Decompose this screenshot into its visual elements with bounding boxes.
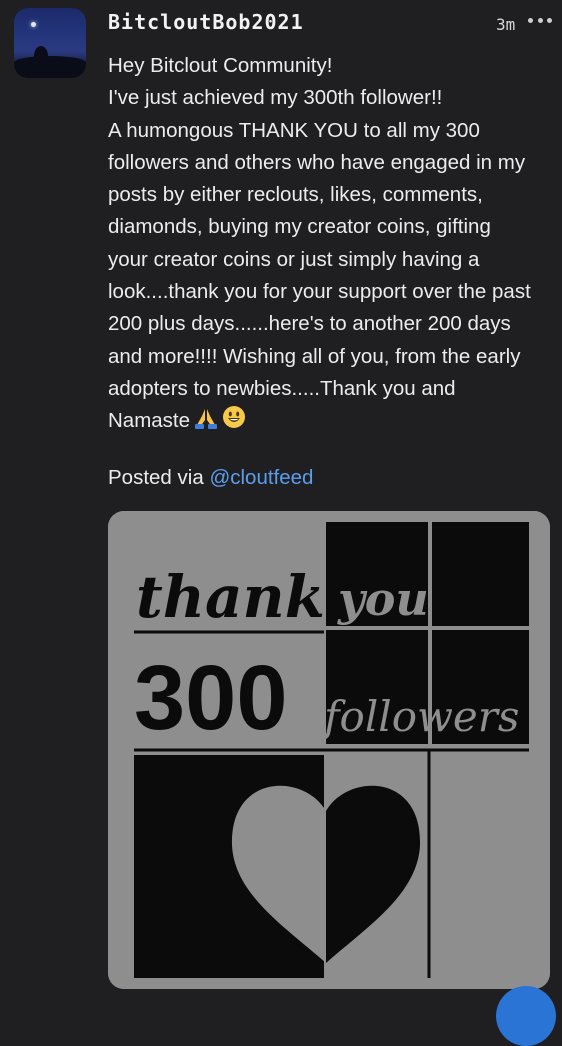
more-dot (537, 17, 543, 23)
folded-hands-emoji-icon (194, 407, 218, 439)
post-body-line: Hey Bitclout Community! (108, 54, 333, 77)
post-body-line: 200 plus days......here's to another 200… (108, 312, 511, 336)
avatar[interactable] (14, 8, 86, 78)
smiling-face-emoji-icon (222, 405, 246, 439)
more-dot (547, 17, 552, 23)
post-body: Hey Bitclout Community! I've just achiev… (108, 50, 556, 440)
post-body-line: your creator coins or just simply having… (108, 247, 480, 271)
three-hundred-number: 300 (134, 647, 288, 749)
post-timestamp: 3m (496, 15, 516, 34)
post-body-line-last: Namaste (108, 405, 556, 439)
post-body-line: adopters to newbies.....Thank you and (108, 376, 456, 400)
black-block (432, 522, 529, 626)
post-image[interactable]: thank you 300 followers (108, 511, 550, 989)
post-body-line: Namaste (108, 409, 191, 433)
more-options-icon[interactable] (528, 12, 552, 28)
thank-word: thank (136, 563, 325, 631)
more-dot (528, 17, 533, 23)
thank-you-300-followers-graphic: thank you 300 followers (108, 511, 550, 989)
post-body-line: posts by either reclouts, likes, comment… (108, 183, 483, 207)
posted-via: Posted via @cloutfeed (108, 466, 313, 490)
cloutfeed-link[interactable]: @cloutfeed (209, 466, 313, 489)
you-word: you (337, 572, 429, 626)
post-body-line: followers and others who have engaged in… (108, 150, 526, 174)
post-body-line: and more!!!! Wishing all of you, from th… (108, 344, 521, 368)
moon-graphic (31, 22, 36, 27)
username[interactable]: BitcloutBob2021 (108, 10, 304, 34)
posted-via-label: Posted via (108, 466, 204, 489)
post-body-line: I've just achieved my 300th follower!! (108, 86, 443, 110)
followers-word: followers (321, 692, 519, 741)
post-card: BitcloutBob2021 3m Hey Bitclout Communit… (0, 0, 562, 1046)
post-body-line: diamonds, buying my creator coins, gifti… (108, 215, 491, 239)
post-body-line: A humongous THANK YOU to all my 300 (108, 118, 480, 142)
floating-action-button[interactable] (496, 986, 556, 1046)
post-body-line: look....thank you for your support over … (108, 280, 531, 304)
hill-silhouette (14, 56, 86, 78)
